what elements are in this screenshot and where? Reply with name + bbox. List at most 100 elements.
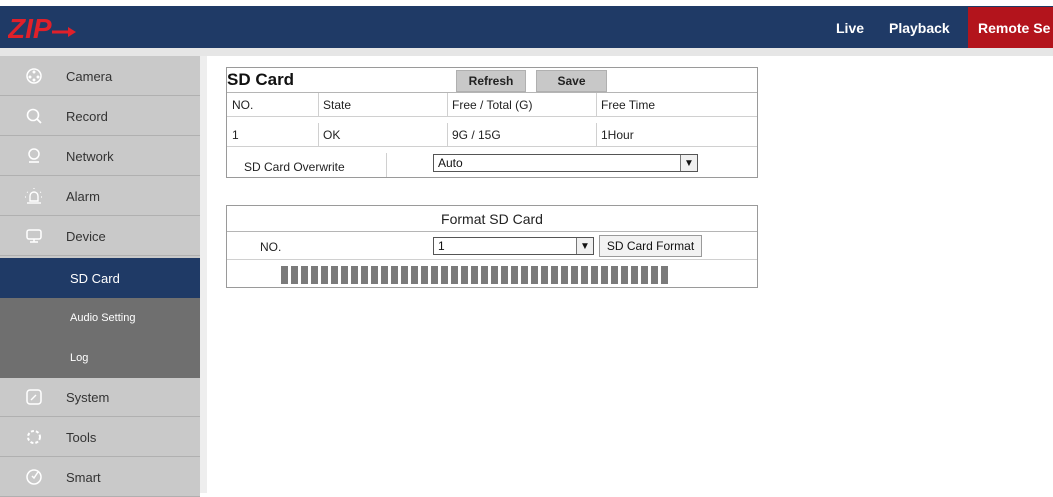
- system-icon: [24, 387, 44, 407]
- progress-segment: [481, 266, 488, 284]
- progress-segment: [331, 266, 338, 284]
- zip-logo: ZIP: [8, 14, 76, 42]
- progress-segment: [451, 266, 458, 284]
- progress-segment: [511, 266, 518, 284]
- table-row: 1 OK 9G / 15G 1Hour: [227, 123, 757, 147]
- progress-segment: [371, 266, 378, 284]
- nav-playback[interactable]: Playback: [889, 7, 950, 48]
- progress-segment: [611, 266, 618, 284]
- progress-segment: [321, 266, 328, 284]
- search-icon: [24, 106, 44, 126]
- progress-segment: [531, 266, 538, 284]
- progress-segment: [621, 266, 628, 284]
- sd-card-format-button[interactable]: SD Card Format: [599, 235, 702, 257]
- network-icon: [24, 146, 44, 166]
- panel-title: SD Card: [227, 70, 295, 89]
- sidebar-item-label: Alarm: [66, 188, 100, 204]
- sidebar-item-record[interactable]: Record: [0, 97, 200, 136]
- progress-segment: [431, 266, 438, 284]
- progress-segment: [501, 266, 508, 284]
- sidebar-subitem-log[interactable]: Log: [0, 338, 200, 378]
- progress-segment: [351, 266, 358, 284]
- column-header: Free / Total (G): [452, 97, 533, 112]
- progress-segment: [421, 266, 428, 284]
- sd-card-header: SD Card Refresh Save: [227, 68, 757, 93]
- table-cell: OK: [323, 127, 341, 142]
- progress-segment: [521, 266, 528, 284]
- progress-segment: [571, 266, 578, 284]
- camera-icon: [24, 66, 44, 86]
- sidebar-subitem-audio-setting[interactable]: Audio Setting: [0, 298, 200, 338]
- sidebar-item-system[interactable]: System: [0, 378, 200, 417]
- overwrite-label: SD Card Overwrite: [244, 159, 345, 174]
- progress-segment: [291, 266, 298, 284]
- select-value: Auto: [438, 156, 463, 170]
- sidebar-item-label: System: [66, 389, 110, 405]
- sidebar-item-device[interactable]: Device: [0, 217, 200, 256]
- sd-card-panel: SD Card Refresh Save NO. State Free / To…: [226, 67, 758, 178]
- table-cell: 1: [232, 127, 239, 142]
- svg-text:ZIP: ZIP: [8, 14, 52, 42]
- format-no-select[interactable]: 1 ▼: [433, 237, 594, 255]
- progress-segment: [651, 266, 658, 284]
- progress-segment: [471, 266, 478, 284]
- progress-segment: [491, 266, 498, 284]
- progress-segment: [441, 266, 448, 284]
- chevron-down-icon: ▼: [576, 238, 593, 254]
- sidebar-item-label: Tools: [66, 429, 97, 445]
- column-header: NO.: [232, 97, 254, 112]
- format-sd-card-panel: Format SD Card NO. 1 ▼ SD Card Format: [226, 205, 758, 288]
- select-value: 1: [438, 239, 445, 253]
- progress-segment: [461, 266, 468, 284]
- progress-segment: [311, 266, 318, 284]
- nav-remote-setting[interactable]: Remote Se: [968, 7, 1053, 48]
- sidebar-item-label: Record: [66, 108, 108, 124]
- sidebar-subitem-sd-card[interactable]: SD Card: [0, 258, 200, 298]
- progress-segment: [641, 266, 648, 284]
- alarm-icon: [24, 186, 44, 206]
- sidebar-item-smart[interactable]: Smart: [0, 458, 200, 497]
- progress-segment: [381, 266, 388, 284]
- chevron-down-icon: ▼: [680, 155, 697, 171]
- overwrite-row: SD Card Overwrite Auto ▼: [227, 153, 757, 177]
- tools-icon: [24, 427, 44, 447]
- smart-icon: [24, 467, 44, 487]
- progress-segment: [631, 266, 638, 284]
- top-white-strip: [0, 0, 1053, 6]
- progress-segment: [601, 266, 608, 284]
- sidebar-edge: [200, 56, 207, 493]
- overwrite-select[interactable]: Auto ▼: [433, 154, 698, 172]
- progress-segment: [591, 266, 598, 284]
- table-header-row: NO. State Free / Total (G) Free Time: [227, 93, 757, 117]
- header-divider: [0, 48, 1053, 56]
- progress-segment: [661, 266, 668, 284]
- device-icon: [24, 226, 44, 246]
- progress-segment: [391, 266, 398, 284]
- progress-segment: [281, 266, 288, 284]
- save-button[interactable]: Save: [536, 70, 607, 92]
- table-cell: 1Hour: [601, 127, 634, 142]
- sidebar-item-label: Network: [66, 148, 114, 164]
- format-no-label: NO.: [260, 239, 282, 254]
- sidebar-item-network[interactable]: Network: [0, 137, 200, 176]
- table-cell: 9G / 15G: [452, 127, 501, 142]
- progress-segment: [561, 266, 568, 284]
- sidebar-item-label: Smart: [66, 469, 101, 485]
- progress-segment: [301, 266, 308, 284]
- refresh-button[interactable]: Refresh: [456, 70, 526, 92]
- nav-live[interactable]: Live: [836, 7, 864, 48]
- progress-segment: [341, 266, 348, 284]
- format-panel-title: Format SD Card: [227, 206, 757, 232]
- progress-segment: [401, 266, 408, 284]
- progress-segment: [581, 266, 588, 284]
- sidebar-item-label: Device: [66, 228, 106, 244]
- sidebar-item-label: Camera: [66, 68, 113, 84]
- sidebar-item-tools[interactable]: Tools: [0, 418, 200, 457]
- format-progress-bar: [281, 266, 675, 284]
- sidebar-item-alarm[interactable]: Alarm: [0, 177, 200, 216]
- progress-segment: [411, 266, 418, 284]
- progress-segment: [361, 266, 368, 284]
- progress-segment: [551, 266, 558, 284]
- sidebar-item-camera[interactable]: Camera: [0, 57, 200, 96]
- column-header: Free Time: [601, 97, 656, 112]
